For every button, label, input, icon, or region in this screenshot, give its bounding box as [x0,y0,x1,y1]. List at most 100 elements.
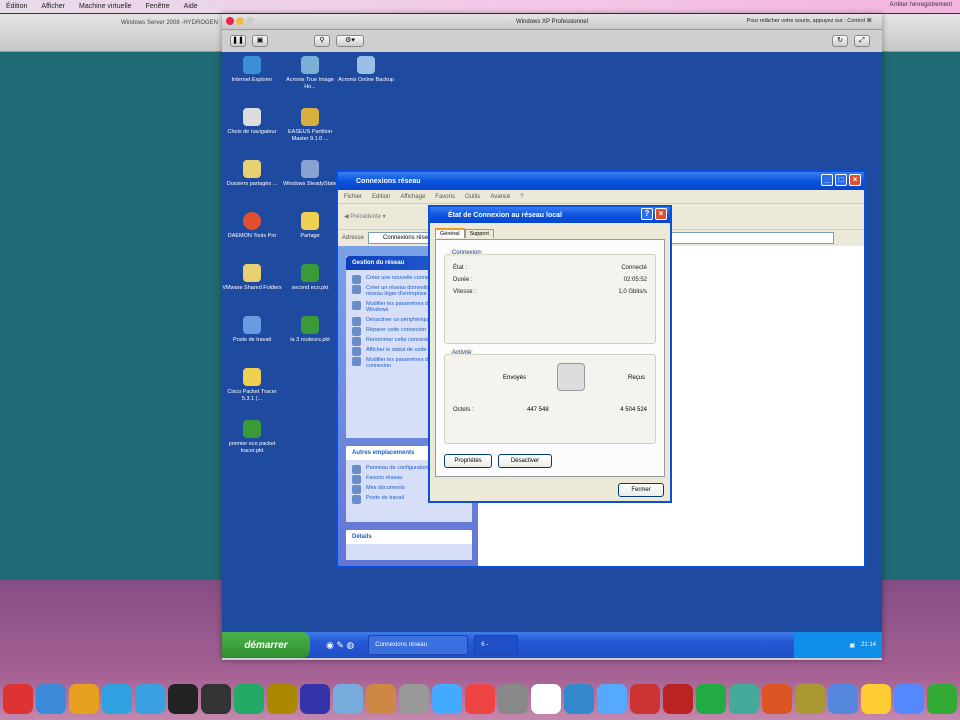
desktop-icon[interactable]: Partage [280,212,340,240]
dock-app-icon[interactable] [729,684,759,714]
dock-app-icon[interactable] [399,684,429,714]
desktop-icon[interactable]: EASEUS Partition Master 9.1.0 ... [280,108,340,143]
pause-icon[interactable]: ❚❚ [230,35,246,47]
task-network-connections[interactable]: Connexions réseau [368,635,469,655]
menu-help[interactable]: ? [520,194,523,200]
desktop-icon[interactable]: VMware Shared Folders [222,264,282,292]
dock-app-icon[interactable] [201,684,231,714]
dock-app-icon[interactable] [465,684,495,714]
dialog-title: État de Connexion au réseau local [448,211,562,219]
snapshot-icon[interactable]: ▣ [252,35,268,47]
menu-edition[interactable]: Édition [6,3,27,10]
dock-app-icon[interactable] [762,684,792,714]
panel-title[interactable]: Détails [346,530,472,544]
dock-app-icon[interactable] [828,684,858,714]
desktop-icon[interactable]: Poste de travail [222,316,282,344]
desktop-icon[interactable]: la 3 routeurs.pkt [280,316,340,344]
desktop-icon[interactable]: Choix de navigateur [222,108,282,136]
dock-app-icon[interactable] [795,684,825,714]
dock-app-icon[interactable] [135,684,165,714]
desktop-icon[interactable]: Internet Explorer [222,56,282,84]
menu-fenetre[interactable]: Fenêtre [146,3,170,10]
dock-app-icon[interactable] [531,684,561,714]
dock-app-icon[interactable] [927,684,957,714]
menu-machine-virtuelle[interactable]: Machine virtuelle [79,3,132,10]
ie-icon [243,56,261,74]
dock-app-icon[interactable] [36,684,66,714]
settings-icon[interactable]: ⚙▾ [336,35,364,47]
dock-app-icon[interactable] [366,684,396,714]
properties-button[interactable]: Propriétés [444,454,492,468]
dock-app-icon[interactable] [630,684,660,714]
stop-recording[interactable]: Arrêter l'enregistrement [889,2,952,8]
shared-folder-icon [243,264,261,282]
dock-app-icon[interactable] [498,684,528,714]
fullscreen-icon[interactable]: ⤢ [854,35,870,47]
dock-app-icon[interactable] [102,684,132,714]
menu-avance[interactable]: Avancé [490,194,510,200]
desktop-icon[interactable]: Cisco Packet Tracer 5.3.1 (... [222,368,282,403]
dock-app-icon[interactable] [663,684,693,714]
start-button[interactable]: démarrer [222,632,310,658]
dock-app-icon[interactable] [597,684,627,714]
tab-general[interactable]: Général [435,228,465,238]
close-button[interactable]: × [655,208,667,220]
backup-icon [357,56,375,74]
close-dialog-button[interactable]: Fermer [618,483,664,497]
maximize-button[interactable]: □ [835,174,847,186]
network-tray-icon[interactable]: ▣ [849,642,855,649]
desktop-icon[interactable]: DAEMON Tools Pro [222,212,282,240]
desktop-icon[interactable]: Acronis Online Backup [336,56,396,84]
dock-app-icon[interactable] [432,684,462,714]
refresh-icon[interactable]: ↻ [832,35,848,47]
usb-icon[interactable]: ⚲ [314,35,330,47]
minimize-button[interactable]: _ [821,174,833,186]
dock-app-icon[interactable] [894,684,924,714]
help-button[interactable]: ? [641,208,653,220]
dock-app-icon[interactable] [267,684,297,714]
desktop-icon[interactable]: Windows SteadyState [280,160,340,188]
dock-app-icon[interactable] [3,684,33,714]
menu-edition[interactable]: Edition [372,194,390,200]
dock-app-icon[interactable] [564,684,594,714]
left-vm-title: Windows Server 2008 -HYDROGEN [0,14,226,52]
packet-tracer-icon [243,420,261,438]
dock-app-icon[interactable] [696,684,726,714]
desktop-icon[interactable]: second eco.pkt [280,264,340,292]
details-panel: Détails [346,530,472,560]
menu-aide[interactable]: Aide [184,3,198,10]
menu-affichage[interactable]: Affichage [400,194,425,200]
dock-app-icon[interactable] [861,684,891,714]
traffic-lights[interactable] [226,17,254,25]
desktop-icon[interactable]: Acronis True Image Ho... [280,56,340,91]
shared-folder-icon [243,160,261,178]
dock-app-icon[interactable] [333,684,363,714]
partition-icon [301,108,319,126]
menu-outils[interactable]: Outils [465,194,480,200]
dock-app-icon[interactable] [300,684,330,714]
close-button[interactable]: × [849,174,861,186]
menu-fichier[interactable]: Fichier [344,194,362,200]
vm-toolbar: ❚❚ ▣ ⚲ ⚙▾ ↻ ⤢ [222,30,882,52]
mac-dock [0,678,960,720]
desktop-icon[interactable]: premier eco packet tracer.pkt [222,420,282,455]
folder-icon [243,368,261,386]
quick-launch-icons[interactable]: ◉ ✎ ◍ [326,640,354,651]
right-vm-window [878,14,960,580]
packet-tracer-icon [301,316,319,334]
address-label: Adresse [342,235,365,241]
system-tray: ▣ 21:14 [794,632,882,658]
task-group[interactable]: 6 - [474,635,519,655]
desktop-icon[interactable]: Dossiers partagés ... [222,160,282,188]
menu-favoris[interactable]: Favoris [435,194,455,200]
back-button[interactable]: ◀ Précédente ▾ [344,213,386,220]
dock-app-icon[interactable] [168,684,198,714]
vm-title: Windows XP Professionnel [516,18,588,25]
tab-support[interactable]: Support [464,229,494,238]
packet-tracer-icon [301,264,319,282]
menu-afficher[interactable]: Afficher [41,3,65,10]
dock-app-icon[interactable] [69,684,99,714]
acronis-icon [301,56,319,74]
dock-app-icon[interactable] [234,684,264,714]
disable-button[interactable]: Désactiver [498,454,552,468]
